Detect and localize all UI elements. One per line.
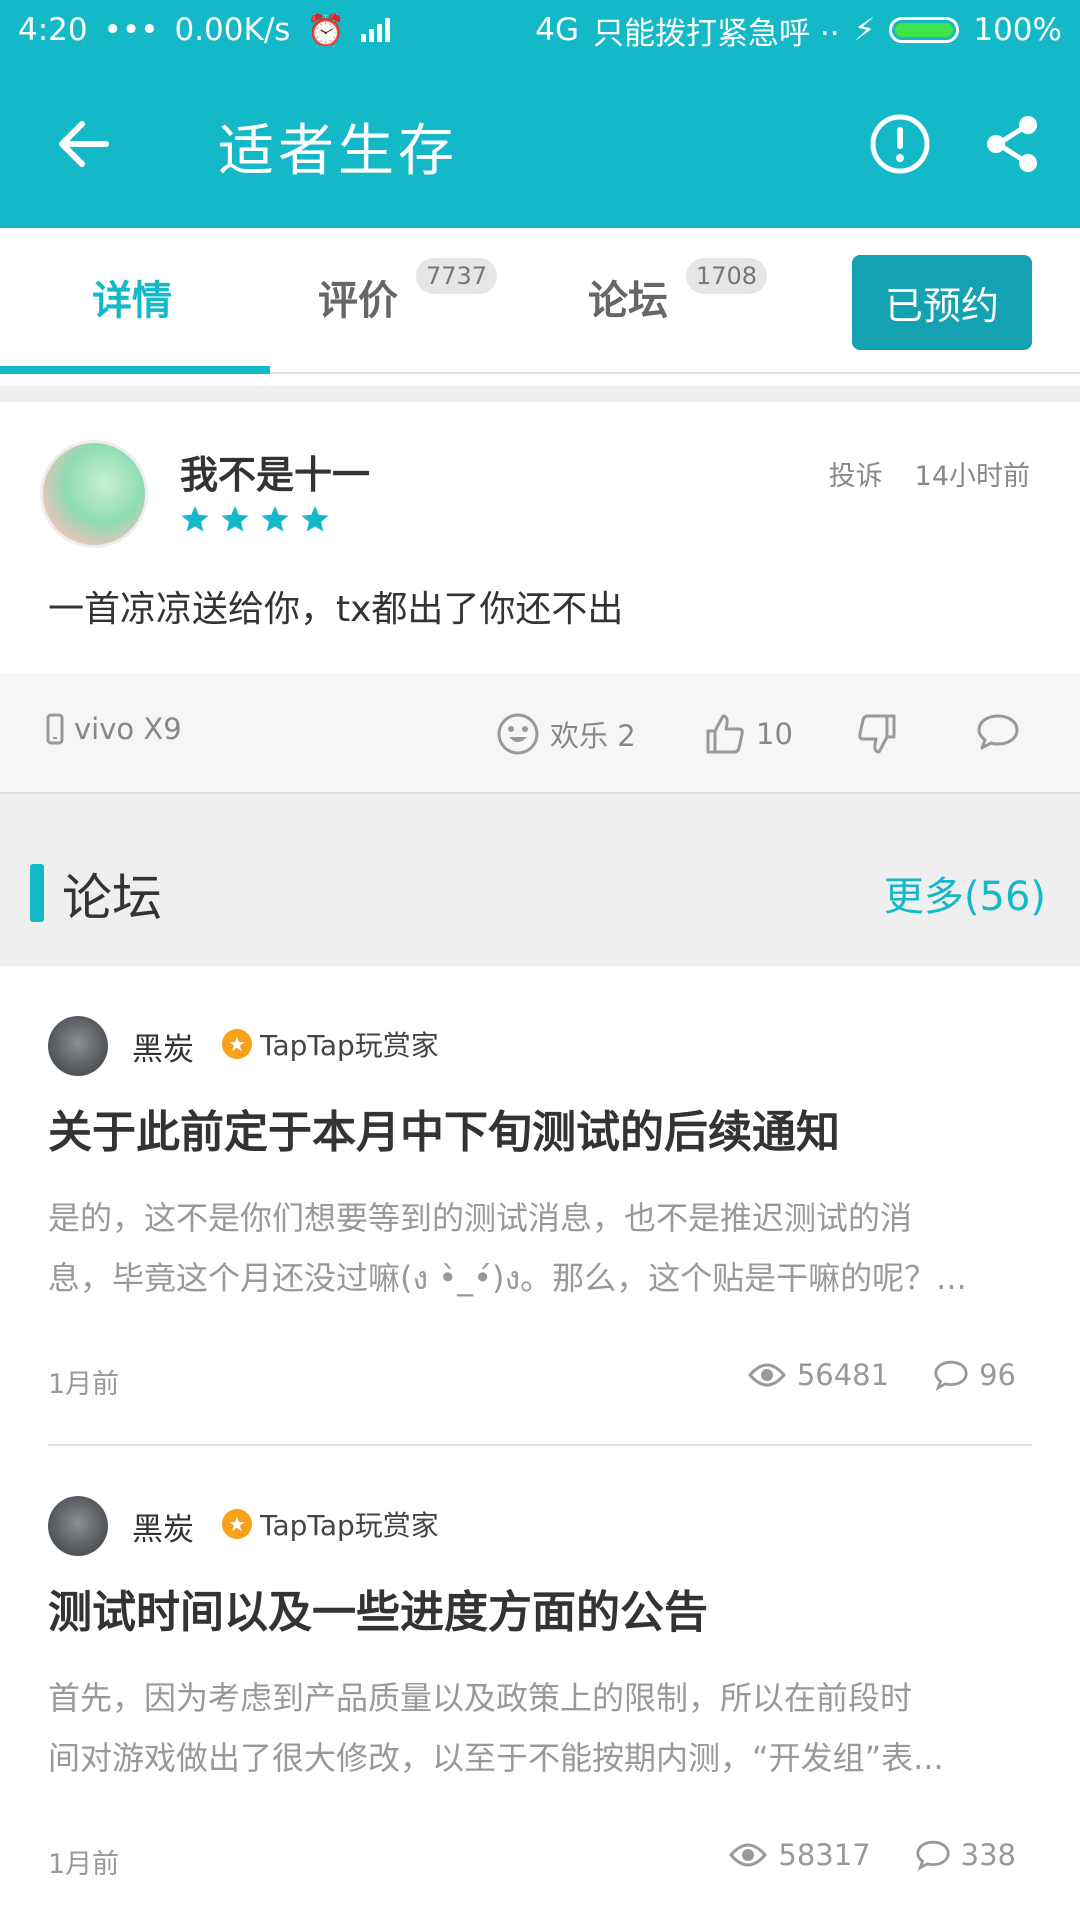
tab-details[interactable]: 详情 bbox=[92, 268, 172, 326]
author-name[interactable]: 黑炭 bbox=[132, 1024, 194, 1069]
tab-bar: 详情 评价 7737 论坛 1708 已预约 bbox=[0, 228, 1080, 374]
back-arrow-icon[interactable] bbox=[52, 112, 116, 176]
carrier-note: 只能拨打紧急呼 ·· bbox=[593, 15, 840, 52]
smiley-icon bbox=[497, 713, 539, 755]
rank-label: TapTap玩赏家 bbox=[260, 1509, 439, 1542]
tab-forum[interactable]: 论坛 1708 bbox=[588, 258, 768, 326]
star-rating bbox=[180, 504, 330, 534]
review-text: 一首凉凉送给你，tx都出了你还不出 bbox=[48, 589, 624, 630]
thumbs-up-icon bbox=[706, 714, 744, 754]
comment-count: 96 bbox=[979, 1358, 1016, 1392]
tab-badge: 7737 bbox=[416, 258, 498, 294]
medal-icon: ★ bbox=[222, 1509, 252, 1539]
fun-button[interactable]: 欢乐 2 bbox=[496, 712, 636, 756]
excerpt-line: 息，毕竟这个月还没过嘛(ง •̀_•́)ง。那么，这个贴是干嘛的呢？... bbox=[48, 1259, 967, 1297]
thumbs-down-icon bbox=[858, 714, 896, 754]
page-title: 适者生存 bbox=[218, 119, 458, 184]
reviewer-name[interactable]: 我不是十一 bbox=[180, 444, 370, 499]
like-count: 10 bbox=[756, 717, 793, 751]
star-icon bbox=[181, 505, 209, 532]
post-excerpt: 首先，因为考虑到产品质量以及政策上的限制，所以在前段时 间对游戏做出了很大修改，… bbox=[48, 1668, 1018, 1788]
section-accent-bar bbox=[30, 864, 44, 922]
battery-level: 100% bbox=[973, 12, 1062, 48]
medal-icon: ★ bbox=[222, 1029, 252, 1059]
excerpt-line: 间对游戏做出了很大修改，以至于不能按期内测，“开发组”表... bbox=[48, 1739, 944, 1777]
review-card: 我不是十一 投诉 14小时前 一首凉凉送给你，tx都出了你还不出 bbox=[0, 402, 1080, 674]
post-time: 1月前 bbox=[48, 1369, 120, 1400]
device-name: vivo X9 bbox=[74, 712, 182, 746]
tab-label: 详情 bbox=[92, 278, 172, 324]
star-icon bbox=[261, 505, 289, 532]
charging-icon: ⚡ bbox=[853, 12, 876, 48]
forum-post[interactable]: 黑炭 ★ TapTap玩赏家 测试时间以及一些进度方面的公告 首先，因为考虑到产… bbox=[0, 1446, 1080, 1920]
signal-icon bbox=[361, 18, 391, 42]
tab-indicator bbox=[0, 366, 270, 374]
review-actions: vivo X9 欢乐 2 10 bbox=[0, 674, 1080, 794]
tab-label: 论坛 bbox=[588, 278, 668, 324]
fun-label: 欢乐 2 bbox=[550, 719, 636, 753]
avatar[interactable] bbox=[40, 440, 148, 548]
comment-icon bbox=[977, 714, 1019, 750]
net-speed: 0.00K/s bbox=[174, 12, 291, 48]
eye-icon bbox=[747, 1363, 786, 1387]
excerpt-line: 首先，因为考虑到产品质量以及政策上的限制，所以在前段时 bbox=[48, 1679, 913, 1717]
alarm-icon: ⏰ bbox=[306, 12, 346, 49]
post-stats: 56481 96 bbox=[747, 1358, 1016, 1392]
post-excerpt: 是的，这不是你们想要等到的测试消息，也不是推迟测试的消 息，毕竟这个月还没过嘛(… bbox=[48, 1188, 1018, 1308]
post-stats: 58317 338 bbox=[728, 1838, 1016, 1872]
excerpt-line: 是的，这不是你们想要等到的测试消息，也不是推迟测试的消 bbox=[48, 1199, 913, 1237]
post-title[interactable]: 关于此前定于本月中下旬测试的后续通知 bbox=[48, 1096, 840, 1160]
tab-reviews[interactable]: 评价 7737 bbox=[318, 258, 498, 326]
more-dots-icon: ••• bbox=[103, 12, 159, 48]
like-button[interactable]: 10 bbox=[702, 712, 793, 756]
comment-count: 338 bbox=[960, 1838, 1016, 1872]
comment-icon bbox=[934, 1360, 968, 1391]
network-type: 4G bbox=[535, 12, 580, 48]
tab-label: 评价 bbox=[318, 278, 398, 324]
forum-post[interactable]: 黑炭 ★ TapTap玩赏家 关于此前定于本月中下旬测试的后续通知 是的，这不是… bbox=[0, 966, 1080, 1446]
status-bar: 4:20 ••• 0.00K/s ⏰ 4G 只能拨打紧急呼 ·· ⚡ 100% bbox=[0, 0, 1080, 60]
author-name[interactable]: 黑炭 bbox=[132, 1504, 194, 1549]
status-time: 4:20 bbox=[18, 12, 88, 48]
reply-button[interactable] bbox=[976, 712, 1020, 752]
app-bar: 适者生存 bbox=[0, 60, 1080, 228]
forum-title: 论坛 bbox=[62, 869, 162, 927]
section-gap bbox=[0, 386, 1080, 402]
dislike-button[interactable] bbox=[856, 712, 900, 756]
forum-section-header: 论坛 更多(56) bbox=[0, 794, 1080, 966]
comment-icon bbox=[916, 1840, 950, 1871]
report-link[interactable]: 投诉 bbox=[829, 454, 883, 493]
star-icon bbox=[221, 505, 249, 532]
view-count: 56481 bbox=[796, 1358, 890, 1392]
review-time: 14小时前 bbox=[914, 461, 1030, 492]
star-icon bbox=[301, 505, 329, 532]
phone-icon bbox=[46, 713, 64, 745]
tab-badge: 1708 bbox=[686, 258, 768, 294]
avatar[interactable] bbox=[48, 1016, 108, 1076]
post-time: 1月前 bbox=[48, 1849, 120, 1880]
post-title[interactable]: 测试时间以及一些进度方面的公告 bbox=[48, 1576, 708, 1640]
device-info: vivo X9 bbox=[46, 712, 182, 746]
alert-icon[interactable] bbox=[868, 112, 932, 176]
view-count: 58317 bbox=[778, 1838, 871, 1872]
rank-badge: ★ TapTap玩赏家 bbox=[222, 1504, 439, 1544]
rank-label: TapTap玩赏家 bbox=[260, 1029, 439, 1062]
share-icon[interactable] bbox=[980, 112, 1044, 176]
eye-icon bbox=[729, 1843, 768, 1867]
reserved-button[interactable]: 已预约 bbox=[852, 255, 1032, 350]
avatar[interactable] bbox=[48, 1496, 108, 1556]
battery-icon bbox=[889, 17, 960, 43]
more-link[interactable]: 更多(56) bbox=[884, 864, 1046, 922]
rank-badge: ★ TapTap玩赏家 bbox=[222, 1024, 439, 1064]
